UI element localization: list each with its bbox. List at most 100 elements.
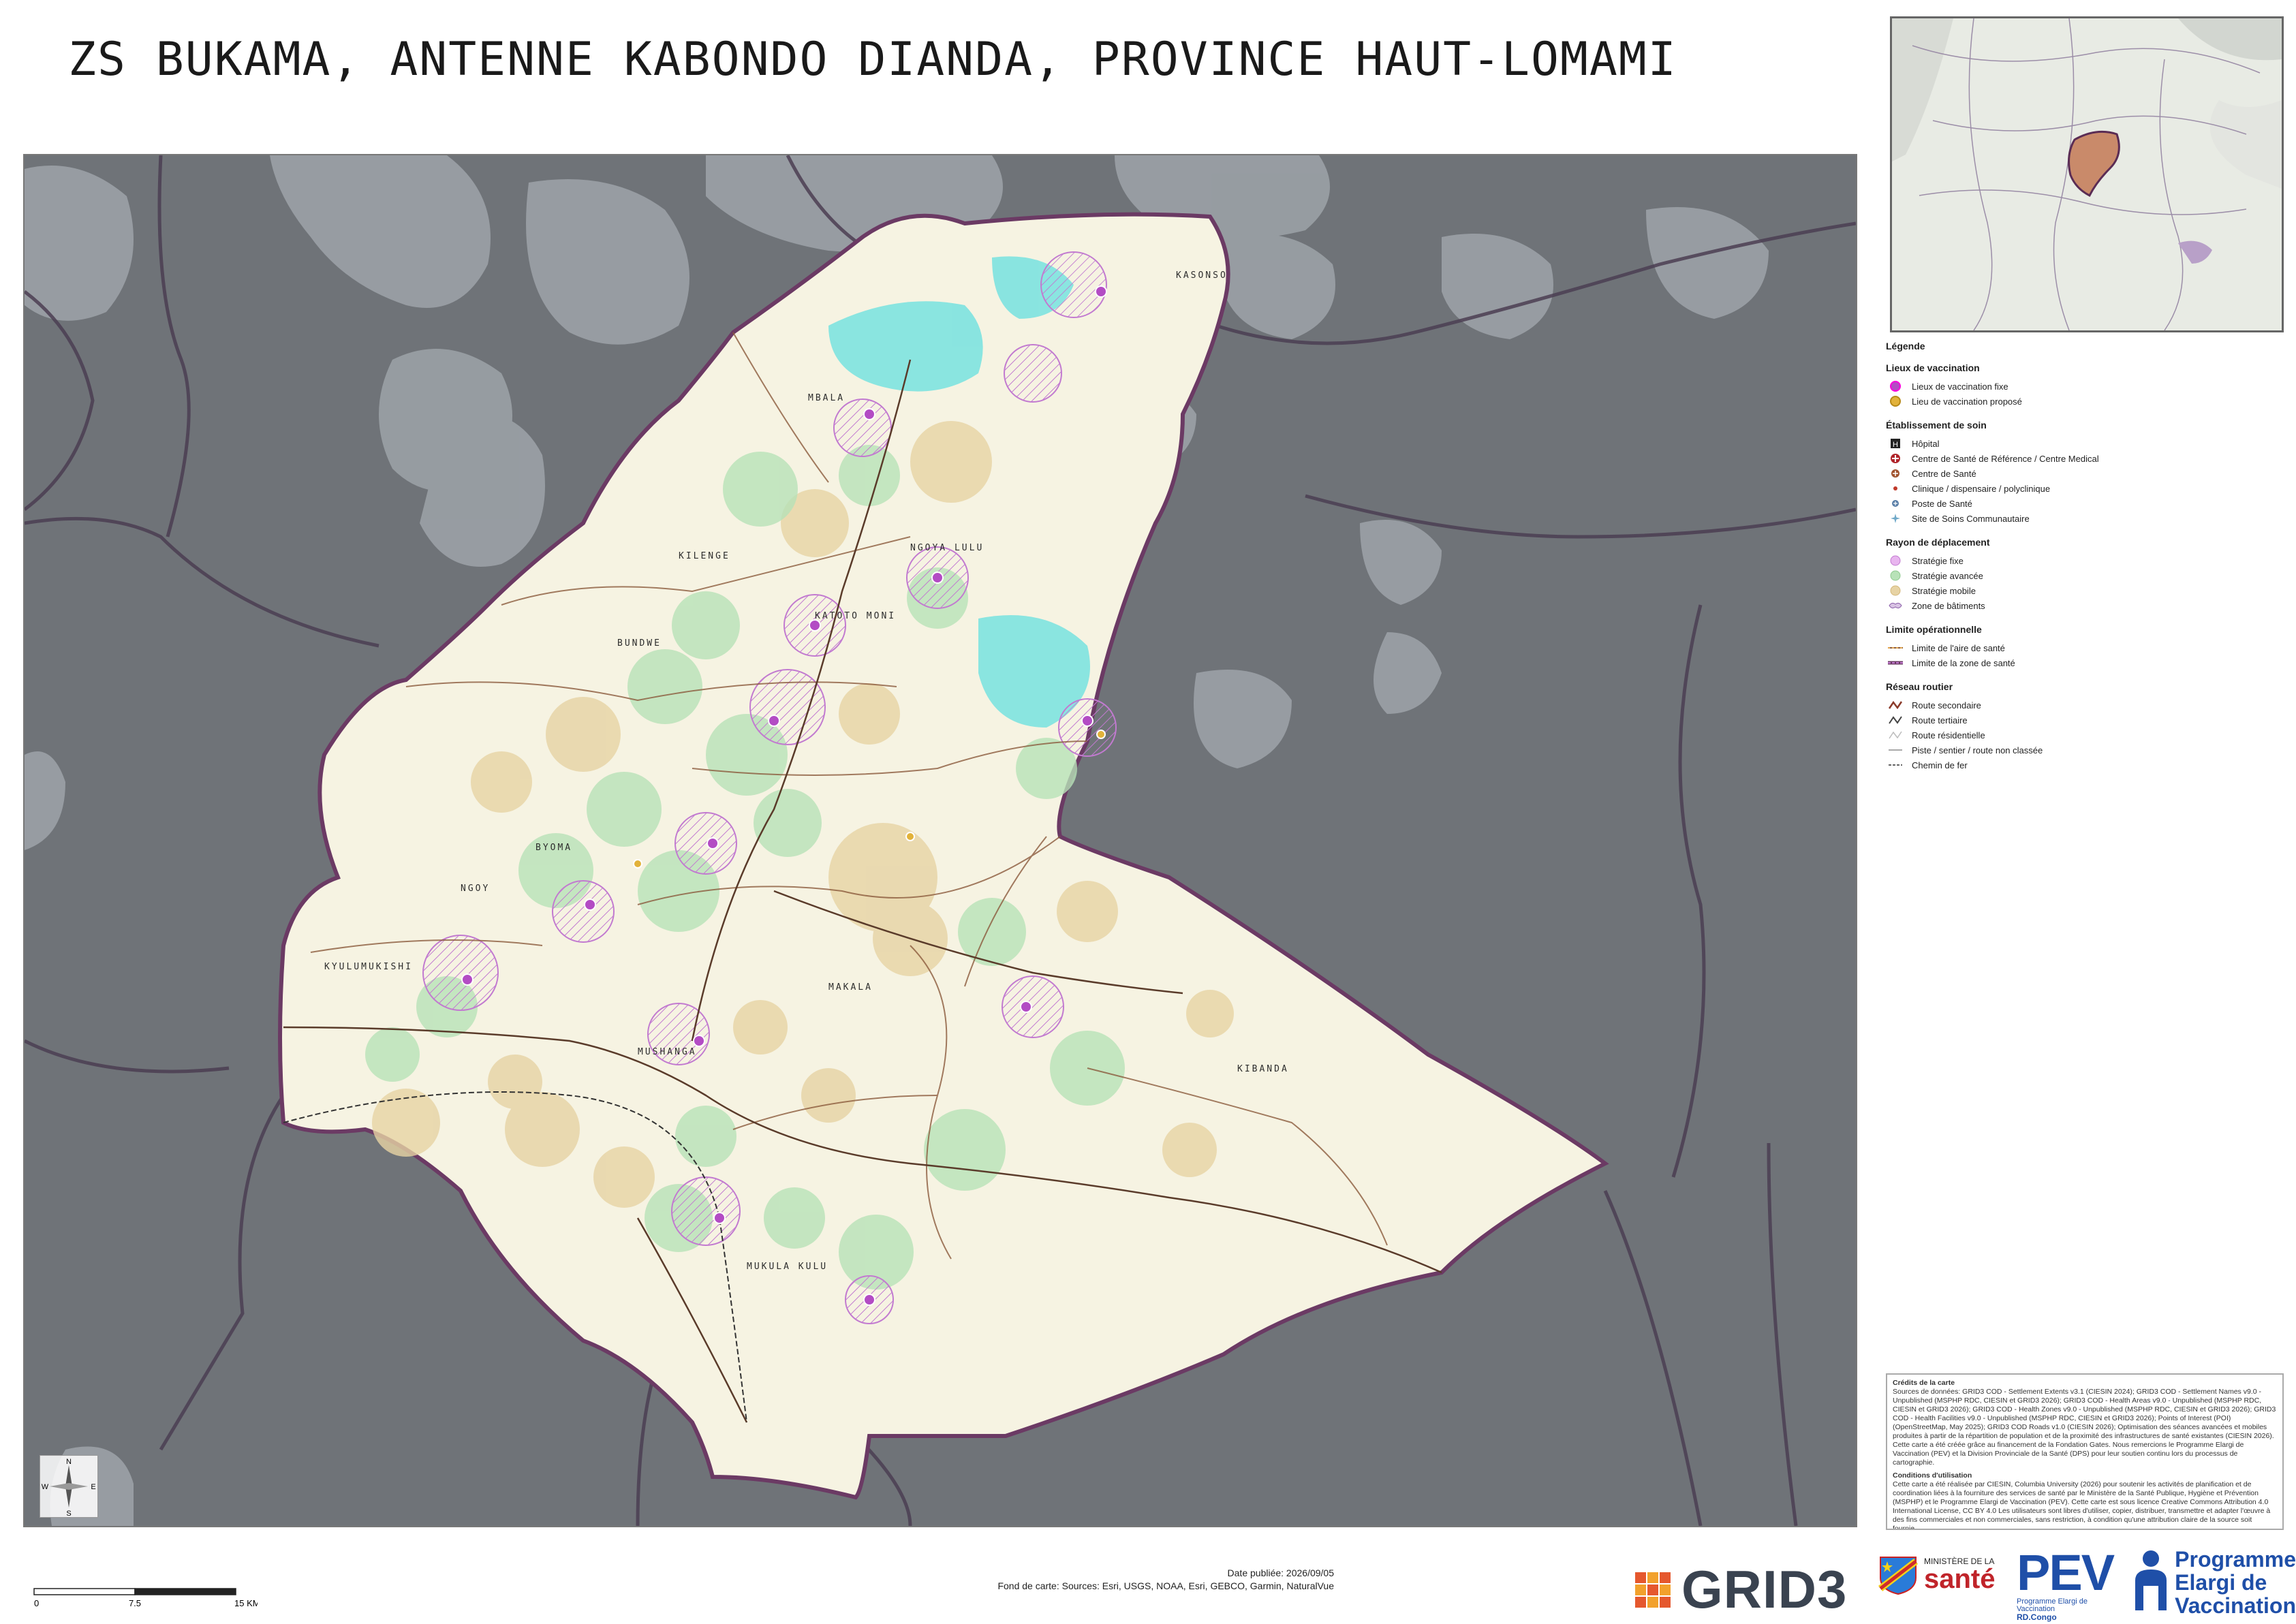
hospital-icon: H (1886, 437, 1905, 450)
railway-icon (1886, 759, 1905, 771)
legend-heading-roads: Réseau routier (1886, 681, 1953, 692)
legend-heading-facilities: Établissement de soin (1886, 420, 1987, 431)
residential-road-icon (1886, 729, 1905, 741)
legend-label: Route résidentielle (1912, 730, 1985, 740)
compass-n: N (66, 1458, 72, 1466)
area-label-katoto-moni: KATOTO MONI (815, 611, 896, 621)
legend-item-hospital: H Hôpital (1886, 436, 2288, 451)
legend-label: Piste / sentier / route non classée (1912, 745, 2043, 755)
legend-label: Poste de Santé (1912, 498, 1972, 509)
legend-item-community-care: Site de Soins Communautaire (1886, 511, 2288, 526)
compass-icon: N S E W (42, 1458, 96, 1518)
health-center-icon (1886, 467, 1905, 480)
area-label-kilenge: KILENGE (679, 551, 730, 561)
legend-item-reference-center: Centre de Santé de Référence / Centre Me… (1886, 451, 2288, 466)
legend-label: Lieu de vaccination proposé (1912, 396, 2022, 407)
date-published: Date publiée: 2026/09/05 (1227, 1567, 1334, 1578)
credits-heading: Crédits de la carte (1893, 1379, 1955, 1387)
conditions-heading: Conditions d'utilisation (1893, 1471, 1972, 1480)
ministry-logo: MINISTÈRE DE LA santé (1878, 1555, 1996, 1595)
legend-label: Stratégie mobile (1912, 585, 1976, 596)
legend-item-mobile-strategy: Stratégie mobile (1886, 583, 2288, 598)
legend-heading-vaccination: Lieux de vaccination (1886, 362, 1980, 373)
health-post-icon (1886, 497, 1905, 510)
legend-label: Route secondaire (1912, 700, 1981, 710)
area-label-kasonso: KASONSO (1176, 270, 1228, 281)
legend-item-tertiary-road: Route tertiaire (1886, 713, 2288, 728)
legend-label: Chemin de fer (1912, 760, 1968, 770)
legend-label: Centre de Santé de Référence / Centre Me… (1912, 453, 2099, 464)
inset-canvas (1892, 18, 2282, 330)
community-care-icon (1886, 512, 1905, 525)
health-area-limit-icon (1886, 642, 1905, 654)
fixed-site-icon (1886, 380, 1905, 392)
legend-item-health-zone-limit: Limite de la zone de santé (1886, 655, 2288, 670)
clinic-icon (1886, 482, 1905, 495)
area-label-ngoy: NGOY (461, 884, 490, 894)
area-label-kibanda: KIBANDA (1237, 1064, 1289, 1074)
legend-item-residential-road: Route résidentielle (1886, 728, 2288, 743)
legend-item-secondary-road: Route secondaire (1886, 698, 2288, 713)
area-label-mbala: MBALA (808, 393, 845, 403)
tertiary-road-icon (1886, 714, 1905, 726)
pev-figure-icon (2135, 1550, 2167, 1610)
legend-item-health-center: Centre de Santé (1886, 466, 2288, 481)
pev-text: PEV (2017, 1544, 2115, 1601)
north-arrow: N S E W (40, 1455, 98, 1518)
legend-item-health-post: Poste de Santé (1886, 496, 2288, 511)
area-label-ngoya-lulu: NGOYA LULU (910, 543, 984, 553)
credits-text: Sources de données: GRID3 COD - Settleme… (1893, 1388, 2276, 1467)
legend-heading-limits: Limite opérationnelle (1886, 624, 1982, 635)
main-map[interactable]: MBALA KILENGE BUNDWE BYOMA NGOY KYULUMUK… (23, 154, 1857, 1527)
proposed-site-icon (1886, 395, 1905, 407)
reference-center-icon (1886, 452, 1905, 465)
legend-heading-travel-radius: Rayon de déplacement (1886, 537, 1990, 548)
legend-item-fixed-strategy: Stratégie fixe (1886, 553, 2288, 568)
building-zone-icon (1886, 599, 1905, 612)
advanced-strategy-icon (1886, 569, 1905, 582)
mobile-strategy-icon (1886, 584, 1905, 597)
grid3-text: GRID3 (1681, 1559, 1848, 1619)
legend-item-proposed-site: Lieu de vaccination proposé (1886, 394, 2288, 409)
compass-e: E (91, 1483, 95, 1491)
legend-label: Route tertiaire (1912, 715, 1968, 725)
scale-tick-0: 0 (34, 1598, 39, 1608)
area-label-mushanga: MUSHANGA (638, 1047, 697, 1057)
legend-label: Stratégie avancée (1912, 570, 1983, 581)
inset-locator-map[interactable] (1890, 16, 2284, 332)
legend-label: Stratégie fixe (1912, 555, 1964, 566)
fixed-strategy-icon (1886, 555, 1905, 567)
conditions-text: Cette carte a été réalisée par CIESIN, C… (1893, 1480, 2271, 1530)
publication-info: Date publiée: 2026/09/05 Fond de carte: … (997, 1567, 1334, 1593)
drc-flag-icon (1878, 1557, 1919, 1595)
ministry-big-text: santé (1924, 1564, 1996, 1594)
secondary-road-icon (1886, 699, 1905, 711)
compass-w: W (42, 1483, 49, 1491)
programme-line-2: Elargi de (2175, 1570, 2267, 1595)
legend-label: Centre de Santé (1912, 468, 1976, 479)
map-canvas: MBALA KILENGE BUNDWE BYOMA NGOY KYULUMUK… (25, 155, 1856, 1526)
legend: Légende Lieux de vaccination Lieux de va… (1886, 341, 2288, 772)
legend-title: Légende (1886, 341, 1925, 352)
legend-item-health-area-limit: Limite de l'aire de santé (1886, 640, 2288, 655)
legend-item-advanced-strategy: Stratégie avancée (1886, 568, 2288, 583)
scale-bar: 0 7.5 15 KM (33, 1587, 260, 1615)
compass-s: S (66, 1510, 71, 1517)
legend-item-track: Piste / sentier / route non classée (1886, 743, 2288, 758)
area-label-bundwe: BUNDWE (617, 638, 662, 649)
legend-label: Site de Soins Communautaire (1912, 513, 2030, 524)
legend-label: Lieux de vaccination fixe (1912, 381, 2008, 392)
pev-sub-2: RD.Congo (2017, 1612, 2057, 1622)
programme-line-1: Programme (2175, 1547, 2296, 1572)
scale-tick-end: 15 KM (234, 1598, 258, 1608)
legend-item-railway: Chemin de fer (1886, 758, 2288, 772)
area-label-mukula-kulu: MUKULA KULU (747, 1262, 828, 1272)
basemap-credit: Fond de carte: Sources: Esri, USGS, NOAA… (997, 1580, 1334, 1591)
legend-label: Limite de l'aire de santé (1912, 642, 2005, 653)
grid3-mark-icon (1635, 1572, 1671, 1608)
map-title: ZS BUKAMA, ANTENNE KABONDO DIANDA, PROVI… (68, 33, 1677, 87)
area-label-makala: MAKALA (828, 982, 873, 993)
legend-item-building-zone: Zone de bâtiments (1886, 598, 2288, 613)
track-icon (1886, 744, 1905, 756)
area-label-byoma: BYOMA (536, 843, 572, 853)
